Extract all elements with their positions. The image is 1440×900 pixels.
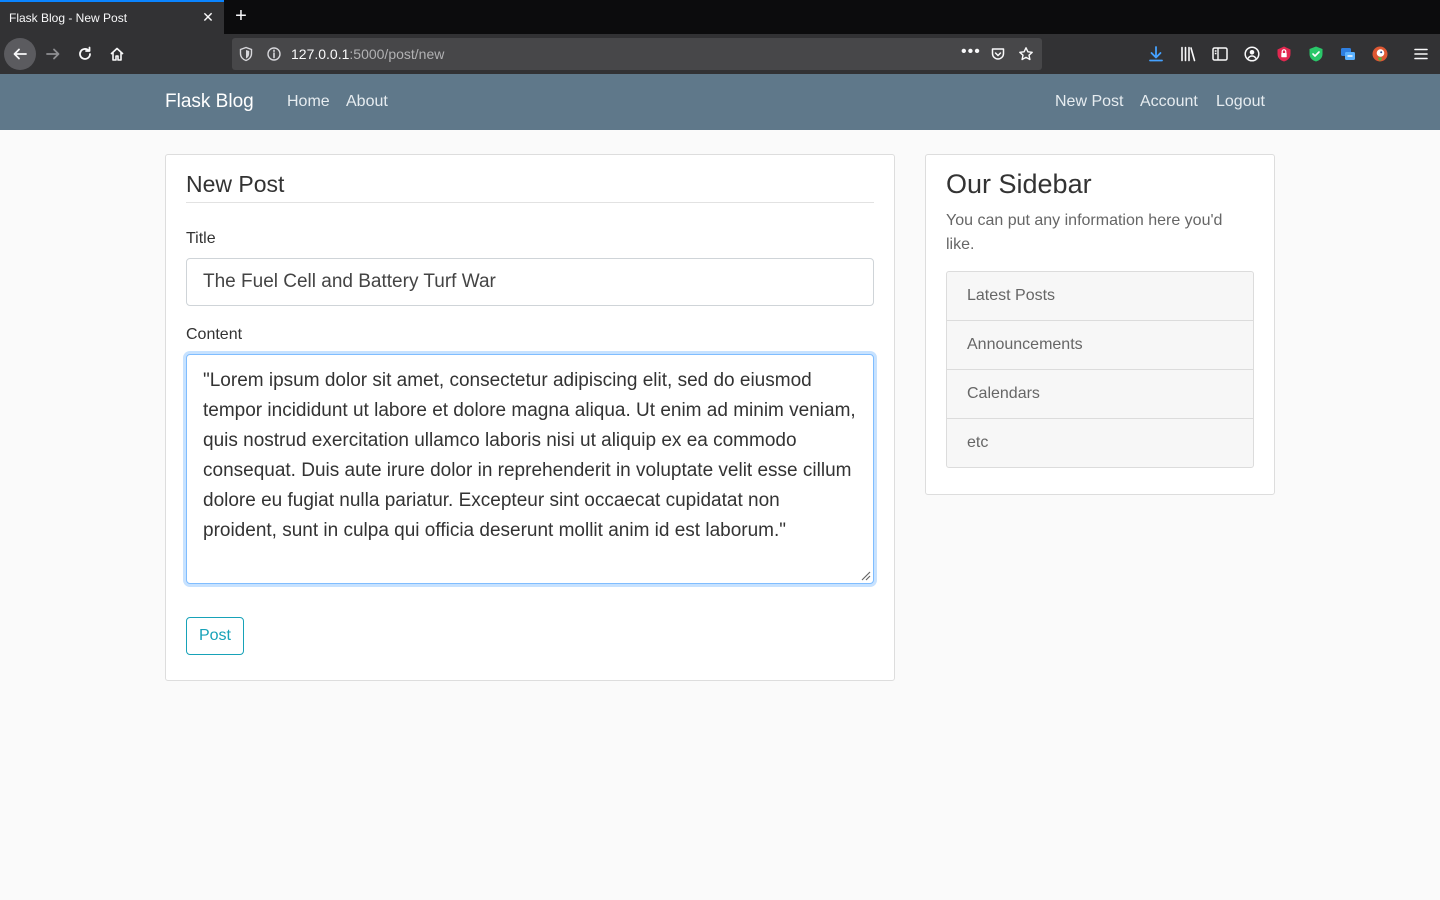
translate-extension-icon[interactable] (1339, 45, 1357, 63)
shield-check-extension-icon[interactable] (1307, 45, 1325, 63)
new-post-form: New Post Title The Fuel Cell and Battery… (165, 154, 895, 681)
shield-icon[interactable] (238, 46, 254, 62)
sidebar-toggle-icon[interactable] (1211, 45, 1229, 63)
page-actions-icon[interactable]: ••• (961, 43, 981, 61)
sidebar-item-calendars[interactable]: Calendars (947, 370, 1253, 419)
tab-title: Flask Blog - New Post (9, 11, 128, 25)
browser-tab[interactable]: Flask Blog - New Post ✕ (0, 0, 224, 34)
reload-button[interactable] (69, 38, 101, 70)
browser-toolbar: 127.0.0.1:5000/post/new ••• (0, 34, 1440, 74)
forward-button[interactable] (37, 38, 69, 70)
bookmark-star-icon[interactable] (1018, 46, 1034, 62)
url-host: 127.0.0.1 (291, 46, 350, 62)
close-tab-icon[interactable]: ✕ (200, 9, 216, 25)
sidebar-item-latest-posts[interactable]: Latest Posts (947, 272, 1253, 321)
pocket-icon[interactable] (990, 46, 1006, 62)
sidebar-description: You can put any information here you'd l… (946, 212, 1223, 253)
sidebar-title: Our Sidebar (946, 169, 1092, 199)
home-icon (110, 47, 124, 61)
site-navbar: Flask Blog Home About New Post Account L… (0, 74, 1440, 130)
sidebar-item-etc[interactable]: etc (947, 419, 1253, 467)
nav-home-link[interactable]: Home (287, 93, 330, 111)
download-icon[interactable] (1147, 45, 1165, 63)
library-icon[interactable] (1179, 45, 1197, 63)
nav-new-post-link[interactable]: New Post (1055, 93, 1123, 111)
arrow-left-icon (13, 48, 27, 60)
nav-logout-link[interactable]: Logout (1216, 93, 1265, 111)
url-path: :5000/post/new (349, 46, 445, 62)
account-icon[interactable] (1243, 45, 1261, 63)
content-textarea[interactable]: "Lorem ipsum dolor sit amet, consectetur… (186, 354, 874, 584)
duckduckgo-icon[interactable] (1371, 45, 1389, 63)
home-button[interactable] (101, 38, 133, 70)
brand-link[interactable]: Flask Blog (165, 91, 254, 113)
url-bar[interactable]: 127.0.0.1:5000/post/new ••• (232, 38, 1042, 70)
form-legend: New Post (186, 171, 874, 203)
lock-extension-icon[interactable] (1275, 45, 1293, 63)
sidebar-card: Our Sidebar You can put any information … (925, 154, 1275, 495)
nav-about-link[interactable]: About (346, 93, 388, 111)
title-label: Title (186, 230, 216, 247)
back-button[interactable] (4, 38, 36, 70)
new-tab-icon[interactable]: + (231, 6, 251, 26)
content-label: Content (186, 326, 243, 343)
resize-grip-icon[interactable] (859, 569, 871, 581)
sidebar-list: Latest Posts Announcements Calendars etc (946, 271, 1254, 468)
info-icon[interactable] (266, 46, 282, 62)
post-submit-button[interactable]: Post (186, 617, 244, 655)
browser-tab-strip: Flask Blog - New Post ✕ + (0, 0, 1440, 34)
title-input[interactable]: The Fuel Cell and Battery Turf War (186, 258, 874, 306)
arrow-right-icon (46, 48, 60, 60)
content-text: "Lorem ipsum dolor sit amet, consectetur… (203, 370, 856, 541)
sidebar-item-announcements[interactable]: Announcements (947, 321, 1253, 370)
nav-account-link[interactable]: Account (1140, 93, 1198, 111)
url-text[interactable]: 127.0.0.1:5000/post/new (291, 46, 444, 62)
menu-icon[interactable] (1412, 45, 1430, 63)
reload-icon (79, 46, 91, 60)
